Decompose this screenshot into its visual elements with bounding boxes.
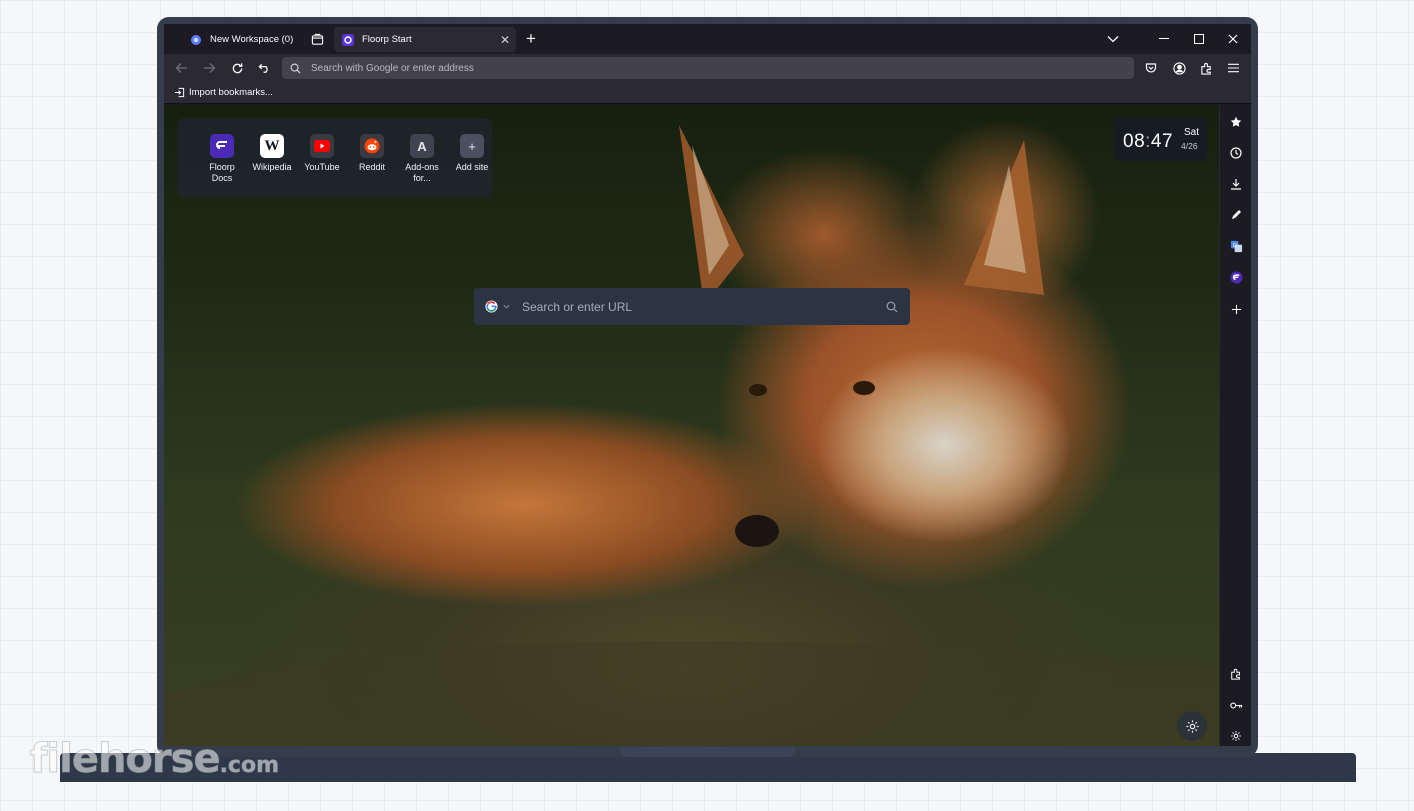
address-placeholder: Search with Google or enter address [311, 62, 474, 74]
chevron-down-icon[interactable] [503, 304, 510, 309]
speed-dial-floorp-docs[interactable]: Floorp Docs [199, 134, 245, 184]
workspace-label: New Workspace (0) [210, 34, 294, 45]
start-search-box[interactable]: Search or enter URL [474, 288, 910, 325]
clock-date: 4/26 [1181, 141, 1198, 151]
svg-text:G: G [1232, 242, 1236, 248]
laptop-notch [620, 747, 795, 757]
speed-dial: Floorp Docs W Wikipedia YouTube Reddit A [177, 118, 492, 198]
speed-dial-reddit[interactable]: Reddit [349, 134, 395, 173]
back-button[interactable] [173, 60, 189, 76]
workspace-tab[interactable]: New Workspace (0) [182, 27, 304, 52]
tab-bar: New Workspace (0) Floorp Start ✕ + [164, 24, 1251, 54]
forward-button[interactable] [201, 60, 217, 76]
translate-icon[interactable]: G [1220, 235, 1251, 257]
wikipedia-icon: W [260, 134, 284, 158]
key-icon[interactable] [1220, 694, 1251, 716]
pen-icon[interactable] [1220, 204, 1251, 226]
bookmarks-bar: Import bookmarks... [164, 82, 1251, 104]
menu-icon[interactable] [1225, 60, 1241, 76]
youtube-icon [310, 134, 334, 158]
site-label: Reddit [358, 162, 385, 172]
container-tab-icon[interactable] [310, 32, 324, 46]
import-bookmarks-link[interactable]: Import bookmarks... [189, 87, 273, 98]
add-panel-plus-icon[interactable] [1220, 298, 1251, 320]
site-label: YouTube [304, 162, 340, 172]
site-label: Floorp Docs [209, 162, 235, 183]
browser-sidebar: G [1219, 105, 1251, 746]
plus-icon: + [460, 134, 484, 158]
account-icon[interactable] [1171, 60, 1187, 76]
site-label: Add site [455, 162, 489, 172]
clock-day: Sat [1184, 127, 1200, 138]
search-icon[interactable] [886, 301, 898, 313]
filehorse-watermark-logo: filehorse.com [30, 736, 280, 783]
new-tab-button[interactable]: + [522, 29, 540, 48]
gear-icon[interactable] [1220, 725, 1251, 746]
start-page: Floorp Docs W Wikipedia YouTube Reddit A [164, 105, 1219, 746]
site-label: Add-ons for... [405, 162, 439, 183]
maximize-button[interactable] [1191, 31, 1207, 47]
address-bar[interactable]: Search with Google or enter address [282, 57, 1134, 79]
speed-dial-addons[interactable]: A Add-ons for... [399, 134, 445, 184]
speed-dial-wikipedia[interactable]: W Wikipedia [249, 134, 295, 173]
page-settings-button[interactable] [1177, 711, 1207, 741]
gear-icon [1185, 719, 1199, 733]
pocket-icon[interactable] [1143, 60, 1159, 76]
tab-floorp-start[interactable]: Floorp Start ✕ [334, 27, 516, 52]
search-icon [290, 63, 301, 74]
google-icon[interactable] [485, 300, 498, 313]
undo-close-tab-button[interactable] [256, 60, 272, 76]
extensions-icon[interactable] [1220, 663, 1251, 685]
minimize-button[interactable] [1156, 31, 1172, 47]
bookmarks-star-icon[interactable] [1220, 111, 1251, 133]
clock-widget: 08:47 Sat 4/26 [1114, 117, 1207, 161]
clock-time: 08:47 [1123, 131, 1174, 152]
floorp-icon [210, 134, 234, 158]
workspace-icon [190, 34, 202, 46]
reload-button[interactable] [229, 60, 245, 76]
floorp-icon[interactable] [1220, 266, 1251, 288]
speed-dial-add-site[interactable]: + Add site [449, 134, 495, 173]
floorp-start-icon [342, 33, 354, 46]
navigation-toolbar: Search with Google or enter address [164, 54, 1251, 82]
addons-icon: A [410, 134, 434, 158]
tab-list-dropdown-icon[interactable] [1104, 31, 1122, 47]
wallpaper-fox-image [164, 125, 1219, 746]
speed-dial-youtube[interactable]: YouTube [299, 134, 345, 173]
reddit-icon [360, 134, 384, 158]
tab-label: Floorp Start [362, 34, 412, 45]
close-tab-icon[interactable]: ✕ [500, 33, 510, 47]
search-placeholder: Search or enter URL [522, 299, 633, 314]
download-icon[interactable] [1220, 173, 1251, 195]
close-window-button[interactable] [1225, 31, 1241, 47]
site-label: Wikipedia [252, 162, 292, 172]
history-icon[interactable] [1220, 142, 1251, 164]
browser-window: New Workspace (0) Floorp Start ✕ + Searc… [164, 24, 1251, 746]
extensions-icon[interactable] [1198, 60, 1214, 76]
import-icon [174, 87, 185, 98]
